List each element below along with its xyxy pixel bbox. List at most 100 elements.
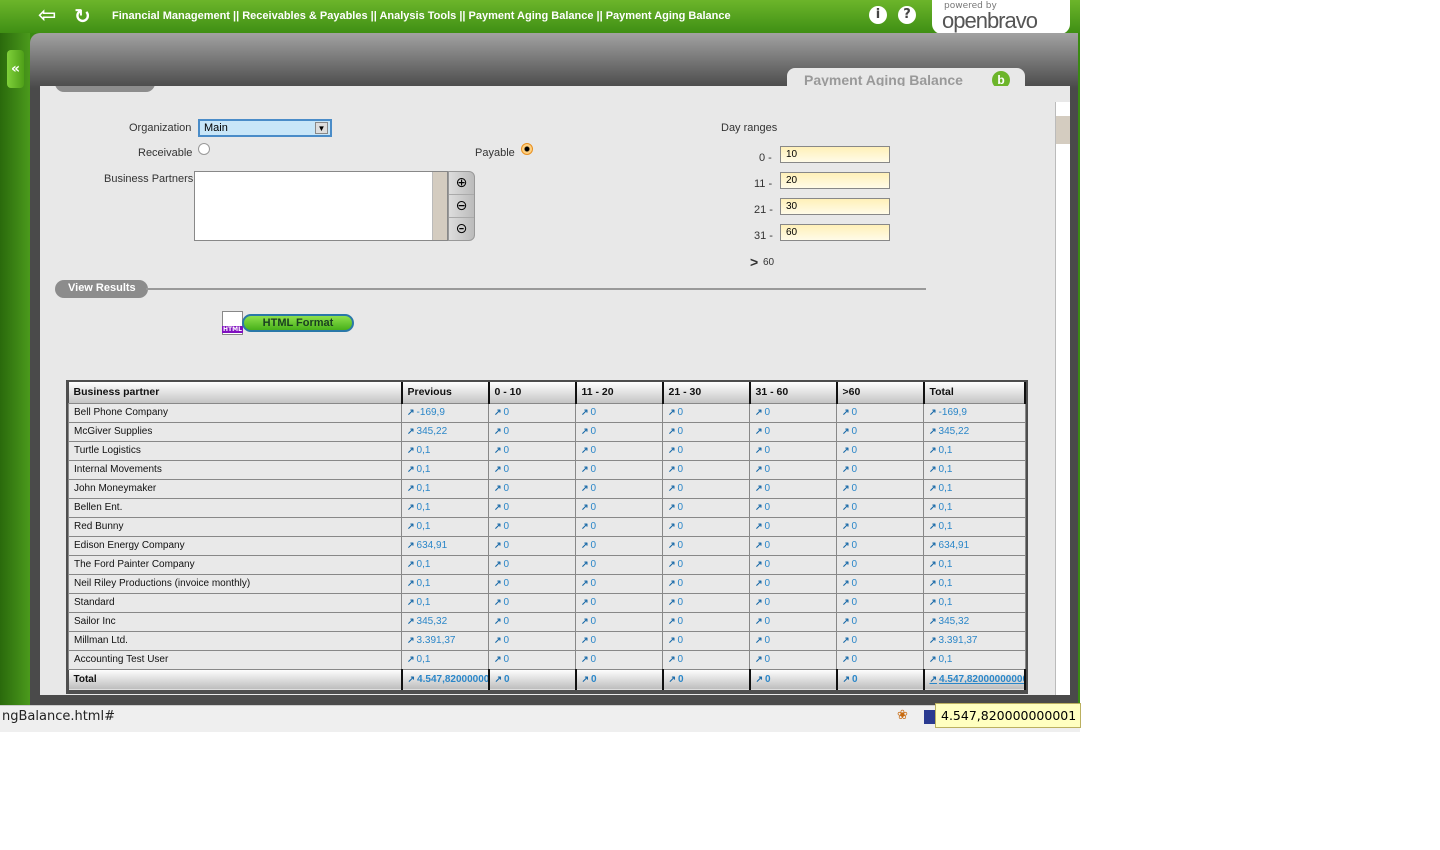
amount-link[interactable]: 634,91 (401, 535, 489, 556)
amount-link[interactable]: 0 (749, 669, 838, 690)
amount-link[interactable]: 3.391,37 (923, 630, 1026, 651)
amount-link[interactable]: 0 (488, 440, 576, 461)
amount-link[interactable]: 0 (749, 497, 837, 518)
amount-link[interactable]: 0 (836, 573, 924, 594)
amount-link[interactable]: 0 (662, 573, 750, 594)
amount-link[interactable]: 0,1 (923, 573, 1026, 594)
business-partners-list[interactable] (194, 171, 448, 241)
amount-link[interactable]: 0 (488, 611, 576, 632)
amount-link[interactable]: 0,1 (401, 516, 489, 537)
amount-link[interactable]: 345,32 (923, 611, 1026, 632)
amount-link[interactable]: 0 (575, 459, 663, 480)
amount-link[interactable]: 0 (575, 611, 663, 632)
amount-link[interactable]: 0 (488, 554, 576, 575)
amount-link[interactable]: 0,1 (401, 592, 489, 613)
amount-link[interactable]: 0 (662, 421, 750, 442)
amount-link[interactable]: 0 (662, 497, 750, 518)
amount-link[interactable]: 0 (662, 554, 750, 575)
amount-link[interactable]: 0 (488, 630, 576, 651)
amount-link[interactable]: 0 (836, 592, 924, 613)
amount-link[interactable]: 0 (488, 592, 576, 613)
amount-link[interactable]: 0 (488, 478, 576, 499)
back-arrow-icon[interactable]: ⇦ (38, 3, 56, 28)
amount-link[interactable]: 0,1 (923, 554, 1026, 575)
range-input[interactable]: 60 (780, 224, 890, 241)
amount-link[interactable]: 0 (836, 535, 924, 556)
amount-link[interactable]: 0 (575, 535, 663, 556)
tab-payment-aging-balance[interactable]: Payment Aging Balance b (787, 68, 1025, 89)
amount-link[interactable]: 0,1 (923, 478, 1026, 499)
amount-link[interactable]: 0 (488, 421, 576, 442)
amount-link[interactable]: 0 (749, 440, 837, 461)
amount-link[interactable]: 634,91 (923, 535, 1026, 556)
amount-link[interactable]: 0 (488, 459, 576, 480)
html-format-button[interactable]: HTML Format (242, 314, 354, 332)
range-input[interactable]: 30 (780, 198, 890, 215)
receivable-radio[interactable] (198, 143, 210, 155)
amount-link[interactable]: 3.391,37 (401, 630, 489, 651)
refresh-icon[interactable]: ↻ (74, 4, 91, 28)
scrollbar-thumb[interactable] (1056, 116, 1070, 144)
amount-link[interactable]: 0 (662, 535, 750, 556)
amount-link[interactable]: 0 (575, 554, 663, 575)
amount-link[interactable]: 0 (749, 535, 837, 556)
amount-link[interactable]: 0 (836, 440, 924, 461)
amount-link[interactable]: 0 (836, 459, 924, 480)
amount-link[interactable]: 0,1 (923, 649, 1026, 670)
amount-link[interactable]: 0 (575, 573, 663, 594)
amount-link[interactable]: 0,1 (401, 440, 489, 461)
amount-link[interactable]: 0 (488, 649, 576, 670)
payable-radio[interactable] (521, 143, 533, 155)
amount-link[interactable]: 0 (488, 535, 576, 556)
amount-link[interactable]: 0 (836, 516, 924, 537)
remove-all-icon[interactable]: ⊝ (449, 218, 474, 241)
amount-link[interactable]: 0 (575, 497, 663, 518)
amount-link[interactable]: 0 (836, 630, 924, 651)
vertical-scrollbar[interactable] (1055, 102, 1070, 695)
collapse-menu-button[interactable]: « (7, 50, 24, 88)
amount-link[interactable]: 0 (749, 402, 837, 423)
amount-link[interactable]: 0 (575, 649, 663, 670)
amount-link[interactable]: 0 (836, 611, 924, 632)
amount-link[interactable]: 0 (749, 459, 837, 480)
amount-link[interactable]: 0 (488, 573, 576, 594)
amount-link[interactable]: 0,1 (923, 516, 1026, 537)
amount-link[interactable]: 0 (662, 402, 750, 423)
amount-link[interactable]: 0 (836, 497, 924, 518)
chevron-down-icon[interactable]: ▼ (315, 122, 328, 134)
list-scrollbar[interactable] (432, 172, 447, 240)
amount-link[interactable]: 0,1 (401, 649, 489, 670)
amount-link[interactable]: 0,1 (401, 459, 489, 480)
amount-link[interactable]: -169,9 (401, 402, 489, 423)
amount-link[interactable]: 0 (749, 516, 837, 537)
amount-link[interactable]: 0 (836, 554, 924, 575)
remove-icon[interactable]: ⊖ (449, 195, 474, 218)
amount-link[interactable]: 0 (575, 440, 663, 461)
breadcrumb[interactable]: Financial Management || Receivables & Pa… (112, 10, 731, 22)
amount-link[interactable]: 0 (749, 630, 837, 651)
amount-link[interactable]: 345,32 (401, 611, 489, 632)
amount-link[interactable]: 0 (749, 611, 837, 632)
amount-link[interactable]: 0 (575, 592, 663, 613)
amount-link[interactable]: 0 (662, 592, 750, 613)
organization-select[interactable]: Main ▼ (198, 119, 332, 137)
amount-link[interactable]: 0 (749, 554, 837, 575)
amount-link[interactable]: 0 (836, 478, 924, 499)
amount-link[interactable]: 0 (488, 516, 576, 537)
amount-link[interactable]: 0 (662, 459, 750, 480)
amount-link[interactable]: 0 (836, 421, 924, 442)
amount-link[interactable]: 0 (749, 573, 837, 594)
amount-link[interactable]: 0,1 (401, 497, 489, 518)
amount-link[interactable]: 0 (749, 478, 837, 499)
amount-link[interactable]: 0 (488, 402, 576, 423)
amount-link[interactable]: 0,1 (401, 573, 489, 594)
amount-link[interactable]: 0 (749, 592, 837, 613)
amount-link[interactable]: -169,9 (923, 402, 1026, 423)
amount-link[interactable]: 0 (488, 669, 577, 690)
add-icon[interactable]: ⊕ (449, 172, 474, 195)
amount-link[interactable]: 0 (662, 440, 750, 461)
amount-link[interactable]: 0,1 (923, 459, 1026, 480)
amount-link[interactable]: 345,22 (923, 421, 1026, 442)
amount-link[interactable]: 0 (662, 630, 750, 651)
firebug-icon[interactable]: ❀ (897, 708, 908, 723)
